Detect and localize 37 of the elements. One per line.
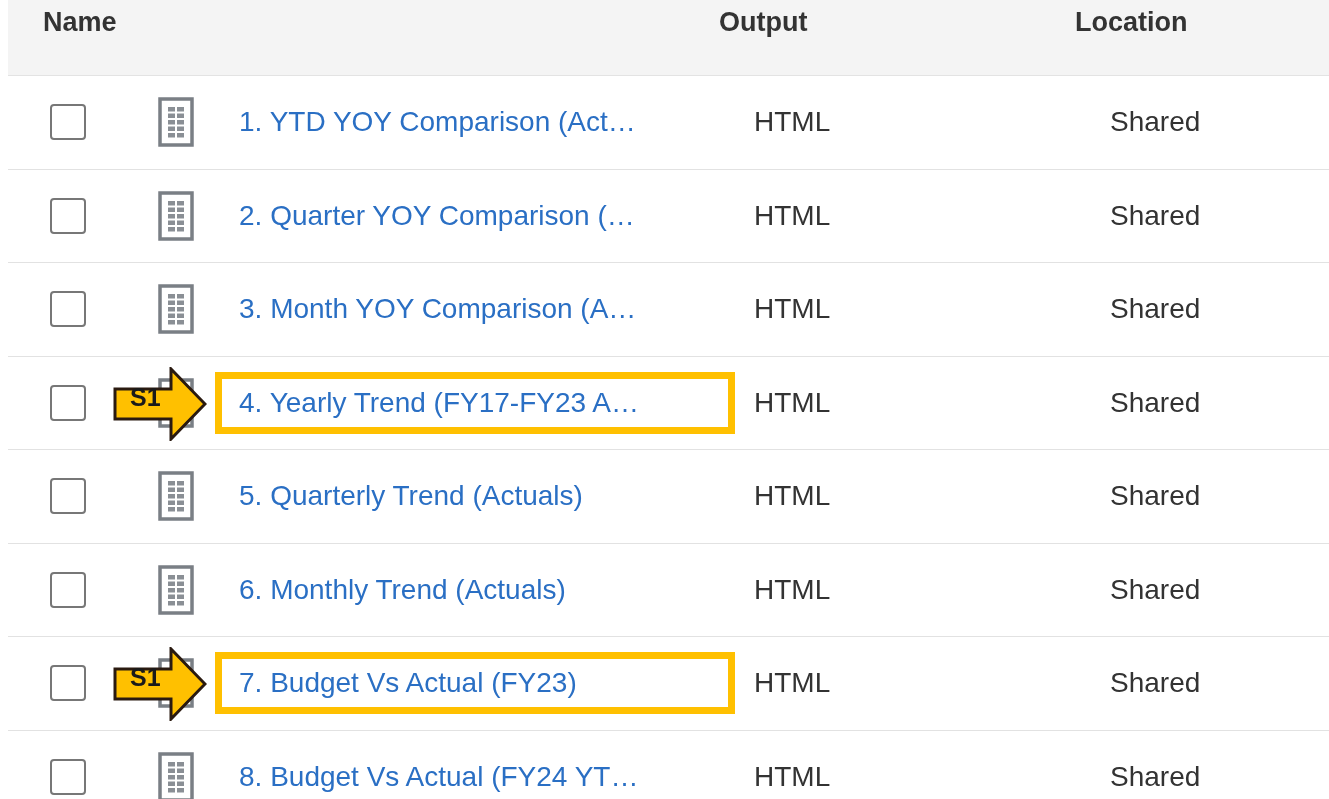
output-cell: HTML: [754, 199, 831, 231]
callout-label: S1: [130, 663, 161, 692]
report-link[interactable]: 4. Yearly Trend (FY17-FY23 A…: [239, 386, 639, 419]
report-link[interactable]: 1. YTD YOY Comparison (Act…: [239, 106, 636, 139]
location-cell: Shared: [1110, 480, 1201, 512]
report-link[interactable]: 8. Budget Vs Actual (FY24 YT…: [239, 760, 639, 793]
report-link[interactable]: 6. Monthly Trend (Actuals): [239, 573, 566, 606]
row-checkbox[interactable]: [50, 571, 86, 608]
output-cell: HTML: [754, 480, 831, 512]
row-checkbox[interactable]: [50, 197, 86, 234]
row-checkbox[interactable]: [50, 758, 86, 795]
location-cell: Shared: [1110, 760, 1201, 792]
location-cell: Shared: [1110, 199, 1201, 231]
column-header[interactable]: Output: [719, 7, 808, 38]
output-cell: HTML: [754, 667, 831, 699]
output-cell: HTML: [754, 106, 831, 138]
report-link[interactable]: 2. Quarter YOY Comparison (…: [239, 199, 635, 232]
row-checkbox[interactable]: [50, 478, 86, 515]
output-cell: HTML: [754, 760, 831, 792]
location-cell: Shared: [1110, 106, 1201, 138]
report-link[interactable]: 7. Budget Vs Actual (FY23): [239, 667, 577, 700]
column-header[interactable]: Name: [43, 7, 117, 38]
row-checkbox[interactable]: [50, 384, 86, 421]
row-checkbox[interactable]: [50, 104, 86, 141]
column-header[interactable]: Location: [1075, 7, 1188, 38]
location-cell: Shared: [1110, 293, 1201, 325]
callout-label: S1: [130, 382, 161, 412]
report-link[interactable]: 5. Quarterly Trend (Actuals): [239, 480, 583, 513]
output-cell: HTML: [754, 573, 831, 605]
row-checkbox[interactable]: [50, 291, 86, 328]
location-cell: Shared: [1110, 573, 1201, 605]
report-link[interactable]: 3. Month YOY Comparison (A…: [239, 293, 637, 326]
row-checkbox[interactable]: [50, 665, 86, 702]
output-cell: HTML: [754, 293, 831, 325]
output-cell: HTML: [754, 386, 831, 418]
location-cell: Shared: [1110, 386, 1201, 418]
location-cell: Shared: [1110, 667, 1201, 699]
